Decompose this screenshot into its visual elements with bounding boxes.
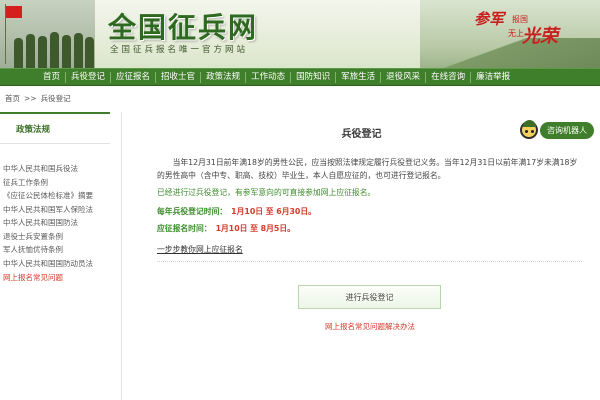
faq-solutions-link[interactable]: 网上报名常见问题解决办法 [122, 321, 600, 332]
slogan-left: 参军 [473, 10, 504, 28]
nav-item-policy[interactable]: 政策法规 [201, 69, 245, 85]
registration-note-text: 已经进行过兵役登记，有参军意向的可直接参加网上应征报名。 [157, 188, 376, 197]
nav-item-registration[interactable]: 兵役登记 [66, 69, 110, 85]
site-subtitle: 全国征兵报名唯一官方网站 [110, 45, 249, 55]
policy-sidebar: 政策法规 中华人民共和国兵役法 征兵工作条例 《应征公民体检标准》摘要 中华人民… [0, 112, 110, 400]
sidebar-link-mobilization-law[interactable]: 中华人民共和国国防动员法 [0, 257, 110, 271]
nav-item-news[interactable]: 工作动态 [246, 69, 290, 85]
nav-item-veterans[interactable]: 退役风采 [381, 69, 425, 85]
nav-item-consult[interactable]: 在线咨询 [426, 69, 470, 85]
nav-item-defense[interactable]: 国防知识 [291, 69, 335, 85]
registration-intro-text: 当年12月31日前年满18岁的男性公民，应当按照法律规定履行兵役登记义务。当年1… [157, 158, 578, 180]
application-period-value: 1月10日 至 8月5日。 [215, 224, 295, 233]
main-content: 兵役登记 咨询机器人 当年12月31日前年满18岁的男性公民，应当按照法律规定履… [121, 112, 600, 400]
guide-link[interactable]: 一步步教你网上应征报名 [157, 243, 582, 256]
sidebar-list: 中华人民共和国兵役法 征兵工作条例 《应征公民体检标准》摘要 中华人民共和国军人… [0, 144, 110, 285]
registration-period-value: 1月10日 至 6月30日。 [231, 207, 316, 216]
registration-period: 每年兵役登记时间： 1月10日 至 6月30日。 [157, 205, 582, 218]
sidebar-title: 政策法规 [0, 112, 110, 144]
nav-item-application[interactable]: 应征报名 [111, 69, 155, 85]
site-header: 全国征兵网 全国征兵报名唯一官方网站 参军 报国 无上 光荣 [0, 0, 600, 68]
slogan-right: 光荣 [522, 26, 558, 47]
robot-icon [520, 120, 538, 139]
breadcrumb-home[interactable]: 首页 [5, 93, 20, 104]
register-button[interactable]: 进行兵役登记 [298, 285, 441, 309]
sidebar-link-pension[interactable]: 军人抚恤优待条例 [0, 243, 110, 257]
site-logo-title[interactable]: 全国征兵网 [108, 6, 258, 46]
content-divider [157, 261, 582, 262]
sidebar-link-defense-law[interactable]: 中华人民共和国国防法 [0, 216, 110, 230]
application-period-label: 应征报名时间： [157, 224, 212, 233]
sidebar-link-conscription-regulations[interactable]: 征兵工作条例 [0, 176, 110, 190]
breadcrumb: 首页 >> 兵役登记 [0, 86, 600, 111]
soldiers-banner-image [0, 0, 95, 68]
flag-icon [6, 6, 22, 18]
nav-item-nco-recruit[interactable]: 招收士官 [156, 69, 200, 85]
robot-label: 咨询机器人 [540, 121, 594, 139]
nav-item-home[interactable]: 首页 [38, 69, 65, 85]
main-nav: 首页 兵役登记 应征报名 招收士官 政策法规 工作动态 国防知识 军旅生活 退役… [0, 68, 600, 86]
consult-robot-button[interactable]: 咨询机器人 [520, 120, 594, 140]
breadcrumb-separator: >> [24, 94, 37, 103]
breadcrumb-current: 兵役登记 [40, 94, 71, 103]
sidebar-link-resettlement[interactable]: 退役士兵安置条例 [0, 230, 110, 244]
sidebar-link-insurance-law[interactable]: 中华人民共和国军人保险法 [0, 203, 110, 217]
sidebar-link-faq[interactable]: 网上报名常见问题 [0, 271, 110, 285]
nav-item-report[interactable]: 廉洁举报 [471, 69, 515, 85]
sidebar-link-military-service-law[interactable]: 中华人民共和国兵役法 [0, 162, 110, 176]
sidebar-link-medical-standard[interactable]: 《应征公民体检标准》摘要 [0, 189, 110, 203]
registration-period-label: 每年兵役登记时间： [157, 207, 228, 216]
nav-item-military-life[interactable]: 军旅生活 [336, 69, 380, 85]
application-period: 应征报名时间： 1月10日 至 8月5日。 [157, 222, 582, 235]
